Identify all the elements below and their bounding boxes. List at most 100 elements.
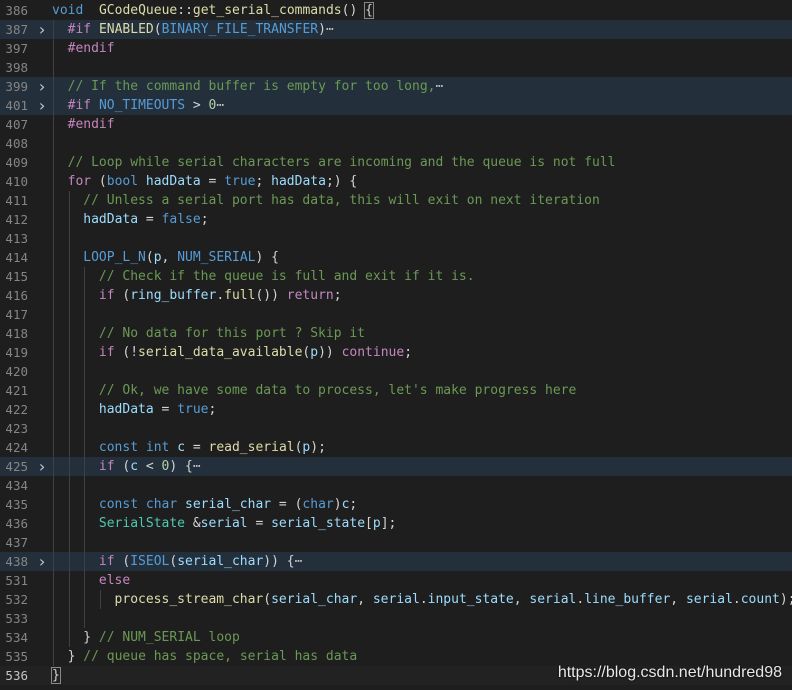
line-number: 424 (5, 440, 28, 455)
code-line[interactable]: 414 LOOP_L_N(p, NUM_SERIAL) { (0, 248, 792, 267)
code-line[interactable]: 413 (0, 229, 792, 248)
code-token: const (98, 497, 139, 512)
code-token: = (247, 516, 272, 531)
code-line[interactable]: 397 #endif (0, 39, 792, 58)
code-line[interactable]: 411 // Unless a serial port has data, thi… (0, 191, 792, 210)
code-token: p (153, 250, 162, 265)
code-token: char (302, 497, 334, 512)
code-token: void (52, 3, 84, 18)
code-text: hadData = true; (99, 400, 216, 419)
code-text: SerialState &serial = serial_state[p]; (99, 514, 396, 533)
code-token: p (372, 516, 381, 531)
code-token: ) (333, 497, 342, 512)
fold-chevron-icon[interactable]: › (36, 457, 48, 476)
code-line[interactable]: 425 › if (c < 0) {⋯ (0, 457, 792, 476)
code-line[interactable]: 438 › if (ISEOL(serial_char)) {⋯ (0, 552, 792, 571)
code-token: ISEOL (130, 554, 170, 569)
code-line[interactable]: 386 void GCodeQueue::get_serial_commands(… (0, 1, 792, 20)
code-line[interactable]: 533 (0, 609, 792, 628)
code-line[interactable]: 423 (0, 419, 792, 438)
code-line[interactable]: 424 const int c = read_serial(p); (0, 438, 792, 457)
fold-chevron-icon[interactable]: › (36, 20, 48, 39)
code-line[interactable]: 531 else (0, 571, 792, 590)
code-token: NO_TIMEOUTS (98, 98, 186, 113)
fold-chevron-icon[interactable]: › (36, 552, 48, 571)
indent-guide (99, 590, 101, 609)
line-number: 410 (5, 174, 28, 189)
code-token: SerialState (98, 516, 185, 531)
line-number: 435 (5, 497, 28, 512)
code-line[interactable]: 409 // Loop while serial characters are i… (0, 153, 792, 172)
code-token: NUM_SERIAL (177, 250, 256, 265)
folded-ellipsis[interactable]: ⋯ (326, 22, 334, 37)
code-line[interactable]: 419 if (!serial_data_available(p)) contin… (0, 343, 792, 362)
line-number: 422 (5, 402, 28, 417)
code-line[interactable]: 421 // Ok, we have some data to process, … (0, 381, 792, 400)
code-line[interactable]: 408 (0, 134, 792, 153)
code-line[interactable]: 387 › #if ENABLED(BINARY_FILE_TRANSFER)⋯ (0, 20, 792, 39)
code-line[interactable]: 435 const char serial_char = (char)c; (0, 495, 792, 514)
code-token: int (145, 440, 170, 455)
code-token: BINARY_FILE_TRANSFER (161, 22, 319, 37)
code-token: } (67, 649, 84, 664)
code-token: ; (349, 497, 358, 512)
line-number: 416 (5, 288, 28, 303)
code-token: serial (372, 592, 420, 607)
code-token: false (161, 212, 201, 227)
code-token: get_serial_commands (192, 3, 342, 18)
code-line[interactable]: 436 SerialState &serial = serial_state[p]… (0, 514, 792, 533)
code-text: if (c < 0) {⋯ (99, 457, 201, 476)
code-token: serial_char (185, 497, 272, 512)
code-token: // NUM_SERIAL loop (98, 630, 240, 645)
code-token: )) (318, 345, 334, 360)
fold-chevron-icon[interactable]: › (36, 96, 48, 115)
code-line[interactable]: 420 (0, 362, 792, 381)
code-line[interactable]: 407 #endif (0, 115, 792, 134)
code-token: // Check if the queue is full and exit i… (98, 269, 475, 284)
code-line[interactable]: 401 › #if NO_TIMEOUTS > 0⋯ (0, 96, 792, 115)
code-token: ]; (380, 516, 397, 531)
code-token: , (513, 592, 530, 607)
code-line[interactable]: 434 (0, 476, 792, 495)
code-line[interactable]: 410 for (bool hadData = true; hadData;) { (0, 172, 792, 191)
folded-ellipsis[interactable]: ⋯ (295, 554, 303, 569)
code-token: , (161, 250, 178, 265)
line-number: 414 (5, 250, 28, 265)
code-text: const int c = read_serial(p); (99, 438, 326, 457)
folded-ellipsis[interactable]: ⋯ (435, 79, 443, 94)
code-token: LOOP_L_N (83, 250, 146, 265)
line-number: 533 (5, 611, 28, 626)
code-line[interactable]: 532 process_stream_char(serial_char, seri… (0, 590, 792, 609)
code-token: < (138, 459, 162, 474)
code-line[interactable]: 418 // No data for this port ? Skip it (0, 324, 792, 343)
folded-ellipsis[interactable]: ⋯ (193, 459, 201, 474)
code-line[interactable]: 415 // Check if the queue is full and exi… (0, 267, 792, 286)
code-text: // If the command buffer is empty for to… (68, 77, 444, 96)
code-line[interactable]: 399 › // If the command buffer is empty fo… (0, 77, 792, 96)
folded-ellipsis[interactable]: ⋯ (216, 98, 224, 113)
code-text: const char serial_char = (char)c; (99, 495, 357, 514)
line-number: 437 (5, 535, 28, 550)
line-number: 387 (5, 22, 28, 37)
code-token: continue (341, 345, 405, 360)
line-number: 413 (5, 231, 28, 246)
code-line[interactable]: 437 (0, 533, 792, 552)
line-number: 421 (5, 383, 28, 398)
code-line[interactable]: 398 (0, 58, 792, 77)
code-line[interactable]: 534} // NUM_SERIAL loop (0, 628, 792, 647)
line-number: 397 (5, 41, 28, 56)
code-token: ); (779, 592, 792, 607)
line-number: 420 (5, 364, 28, 379)
code-line[interactable]: 412 hadData = false; (0, 210, 792, 229)
code-line[interactable]: 416 if (ring_buffer.full()) return; (0, 286, 792, 305)
code-token: serial_data_available (138, 345, 303, 360)
fold-chevron-icon[interactable]: › (36, 77, 48, 96)
code-text: hadData = false; (83, 210, 208, 229)
code-line[interactable]: 417 (0, 305, 792, 324)
code-editor[interactable]: 386 void GCodeQueue::get_serial_commands(… (0, 0, 792, 690)
code-line[interactable]: 422 hadData = true; (0, 400, 792, 419)
